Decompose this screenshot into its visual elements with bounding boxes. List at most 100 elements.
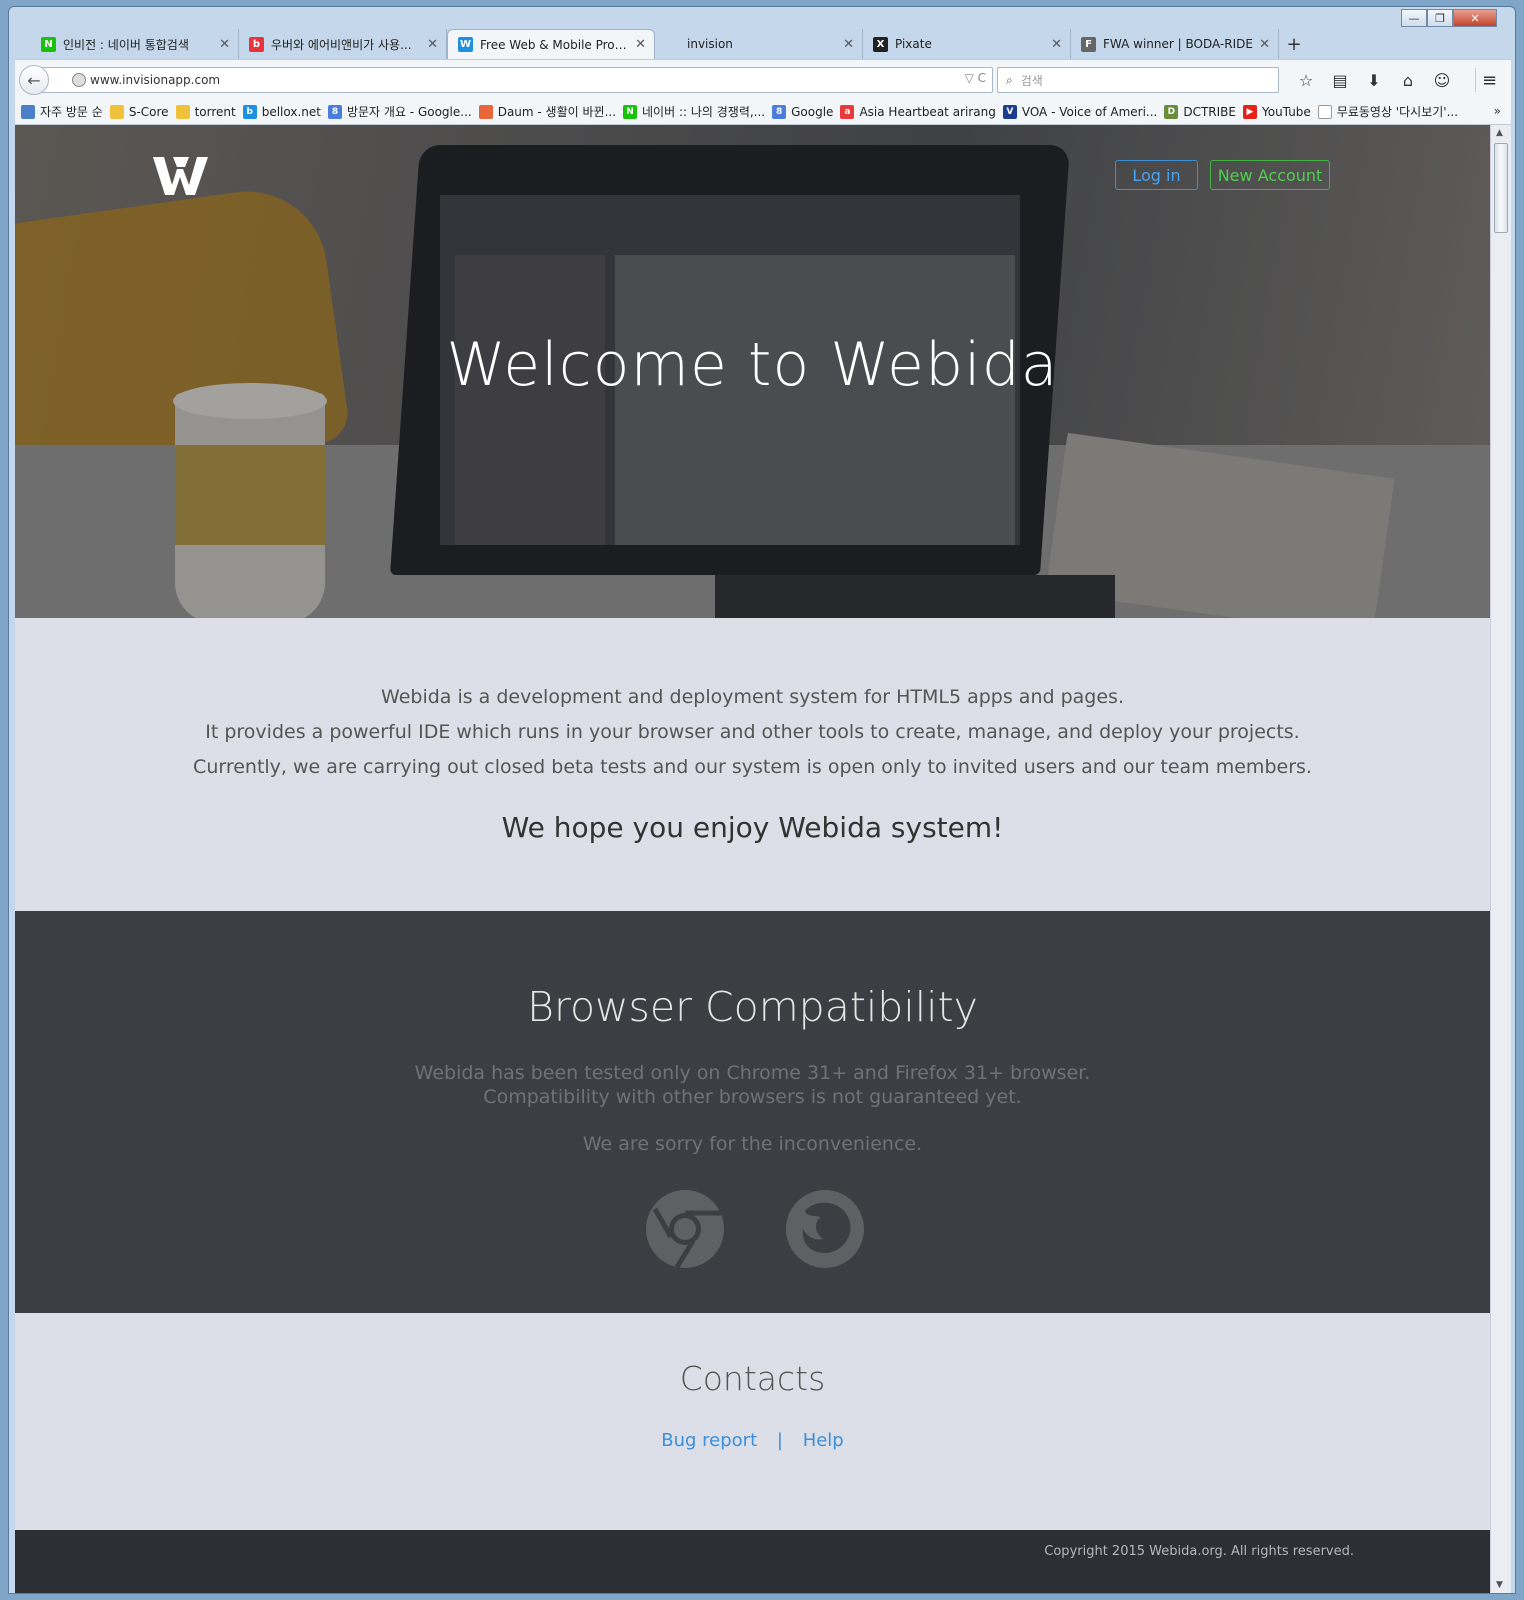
bookmark-item[interactable]: b bellox.net bbox=[242, 104, 321, 119]
page-viewport: Log in New Account Welcome to Webida Web… bbox=[15, 125, 1490, 1593]
bookmarks-list-icon[interactable]: ▤ bbox=[1323, 68, 1357, 92]
pixate-icon: X bbox=[873, 36, 888, 52]
contact-links: Bug report | Help bbox=[15, 1430, 1490, 1451]
tab-label: invision bbox=[687, 37, 733, 51]
bookmark-item[interactable]: a Asia Heartbeat arirang bbox=[840, 104, 996, 119]
bookmark-label: S-Core bbox=[128, 104, 169, 119]
tab-close-icon[interactable]: ✕ bbox=[635, 37, 646, 52]
intro-section: Webida is a development and deployment s… bbox=[15, 618, 1490, 911]
bookmark-icon bbox=[175, 104, 190, 119]
bookmark-star-icon[interactable]: ☆ bbox=[1289, 68, 1323, 92]
webida-logo-icon[interactable] bbox=[153, 155, 213, 197]
home-icon[interactable]: ⌂ bbox=[1391, 68, 1425, 92]
tab-close-icon[interactable]: ✕ bbox=[1259, 37, 1270, 52]
browser-window: — ❐ ✕ N 인비전 : 네이버 통합검색 ✕ b 우버와 에어비앤비가 사용... ✕… bbox=[8, 6, 1516, 1594]
bookmark-label: YouTube bbox=[1262, 104, 1311, 119]
bookmark-label: 무료동영상 '다시보기'... bbox=[1336, 105, 1459, 119]
blank-icon bbox=[665, 37, 680, 52]
bookmark-item[interactable]: V VOA - Voice of Ameri... bbox=[1002, 104, 1158, 119]
tab-label: Free Web & Mobile Proto... bbox=[480, 37, 630, 52]
chrome-icon bbox=[646, 1190, 724, 1269]
bookmark-item[interactable]: 8 방문자 개요 - Google... bbox=[327, 103, 472, 120]
download-icon[interactable]: ⬇ bbox=[1357, 68, 1391, 92]
intro-text: Webida is a development and deployment s… bbox=[15, 618, 1490, 785]
window-controls: — ❐ ✕ bbox=[1401, 9, 1497, 27]
minimize-button[interactable]: — bbox=[1401, 9, 1427, 27]
browser-compatibility-section: Browser Compatibility Webida has been te… bbox=[15, 911, 1490, 1313]
bookmark-item[interactable]: D DCTRIBE bbox=[1164, 104, 1236, 119]
bookmark-icon: V bbox=[1002, 104, 1017, 119]
bookmarks-more-icon[interactable]: » bbox=[1494, 104, 1501, 118]
copyright-text: Copyright 2015 Webida.org. All rights re… bbox=[1044, 1544, 1354, 1559]
compat-text: Webida has been tested only on Chrome 31… bbox=[15, 1061, 1490, 1109]
maximize-button[interactable]: ❐ bbox=[1427, 9, 1453, 27]
scrollbar-thumb[interactable] bbox=[1494, 143, 1508, 233]
tab-5[interactable]: X Pixate ✕ bbox=[863, 29, 1071, 59]
bookmark-label: 방문자 개요 - Google... bbox=[346, 105, 472, 119]
bookmark-label: 자주 방문 순 bbox=[40, 105, 103, 119]
tab-4[interactable]: invision ✕ bbox=[655, 29, 863, 59]
menu-icon[interactable]: ≡ bbox=[1475, 68, 1503, 92]
hero-section: Log in New Account Welcome to Webida bbox=[15, 125, 1490, 618]
chat-icon[interactable]: ☺ bbox=[1425, 68, 1459, 92]
intro-line: Webida is a development and deployment s… bbox=[381, 686, 1124, 708]
tab-2[interactable]: b 우버와 에어비앤비가 사용... ✕ bbox=[239, 29, 447, 59]
tab-close-icon[interactable]: ✕ bbox=[1051, 37, 1062, 52]
tab-close-icon[interactable]: ✕ bbox=[219, 37, 230, 52]
scroll-down-icon[interactable]: ▼ bbox=[1496, 1580, 1503, 1590]
hero-title: Welcome to Webida bbox=[446, 330, 1059, 400]
bookmark-item[interactable]: 8 Google bbox=[772, 104, 833, 119]
bookmark-label: DCTRIBE bbox=[1183, 104, 1236, 119]
bookmark-icon bbox=[1317, 104, 1332, 119]
url-text[interactable]: www.invisionapp.com bbox=[90, 73, 220, 87]
bookmark-item[interactable]: N 네이버 :: 나의 경쟁력,... bbox=[623, 103, 765, 120]
naver-icon: N bbox=[41, 36, 56, 52]
bookmarks-bar: 자주 방문 순 S-Core torrent b bellox.net 8 방문자 개요 -… bbox=[15, 99, 1511, 125]
login-button[interactable]: Log in bbox=[1115, 160, 1198, 190]
footer: Copyright 2015 Webida.org. All rights re… bbox=[15, 1530, 1490, 1593]
tab-close-icon[interactable]: ✕ bbox=[427, 37, 438, 52]
tab-bar: N 인비전 : 네이버 통합검색 ✕ b 우버와 에어비앤비가 사용... ✕ W Free … bbox=[31, 29, 1309, 59]
scroll-up-icon[interactable]: ▲ bbox=[1496, 128, 1503, 138]
contacts-section: Contacts Bug report | Help bbox=[15, 1313, 1490, 1533]
vertical-scrollbar[interactable]: ▲ ▼ bbox=[1490, 125, 1511, 1593]
browser-icons bbox=[646, 1190, 864, 1269]
webida-icon: W bbox=[458, 37, 473, 52]
bookmark-label: VOA - Voice of Ameri... bbox=[1021, 104, 1158, 119]
compat-line: Webida has been tested only on Chrome 31… bbox=[414, 1062, 1091, 1084]
new-tab-button[interactable]: + bbox=[1279, 29, 1309, 59]
nav-toolbar: www.invisionapp.com ▽ C ← ⌕ 검색 ☆ ▤ ⬇ ⌂ ☺… bbox=[15, 59, 1511, 99]
tab-6[interactable]: F FWA winner | BODA-RIDE ✕ bbox=[1071, 29, 1279, 59]
bookmark-item[interactable]: 자주 방문 순 bbox=[21, 103, 103, 120]
compat-sorry: We are sorry for the inconvenience. bbox=[582, 1133, 923, 1155]
bookmark-icon: ▶ bbox=[1243, 104, 1257, 119]
bookmark-label: Daum - 생활이 바뀐... bbox=[497, 105, 617, 119]
help-link[interactable]: Help bbox=[803, 1430, 844, 1451]
globe-icon bbox=[72, 73, 86, 87]
bookmark-icon: 8 bbox=[772, 104, 787, 119]
tab-close-icon[interactable]: ✕ bbox=[843, 37, 854, 52]
firefox-icon bbox=[786, 1190, 864, 1268]
intro-line: Currently, we are carrying out closed be… bbox=[193, 756, 1312, 778]
bookmark-item[interactable]: Daum - 생활이 바뀐... bbox=[478, 103, 617, 120]
bookmark-icon bbox=[21, 104, 35, 119]
bookmark-item[interactable]: S-Core bbox=[109, 104, 169, 119]
bookmark-item[interactable]: torrent bbox=[175, 104, 236, 119]
bookmark-item[interactable]: 무료동영상 '다시보기'... bbox=[1317, 103, 1459, 120]
link-separator: | bbox=[776, 1430, 783, 1451]
compat-title: Browser Compatibility bbox=[527, 983, 978, 1031]
bug-report-link[interactable]: Bug report bbox=[661, 1430, 757, 1451]
new-account-button[interactable]: New Account bbox=[1210, 160, 1330, 190]
bookmark-item[interactable]: ▶ YouTube bbox=[1243, 104, 1311, 119]
tab-1[interactable]: N 인비전 : 네이버 통합검색 ✕ bbox=[31, 29, 239, 59]
tab-3[interactable]: W Free Web & Mobile Proto... ✕ bbox=[447, 29, 655, 59]
url-bar[interactable]: www.invisionapp.com ▽ C bbox=[35, 67, 993, 93]
back-button[interactable]: ← bbox=[19, 65, 49, 95]
bookmark-icon bbox=[478, 104, 493, 119]
close-window-button[interactable]: ✕ bbox=[1453, 9, 1497, 27]
reload-icon[interactable]: ▽ C bbox=[965, 71, 986, 85]
bookmark-icon bbox=[109, 104, 124, 119]
bookmark-icon: N bbox=[623, 104, 638, 119]
bookmark-label: torrent bbox=[194, 104, 236, 119]
search-input[interactable]: ⌕ 검색 bbox=[997, 67, 1279, 93]
